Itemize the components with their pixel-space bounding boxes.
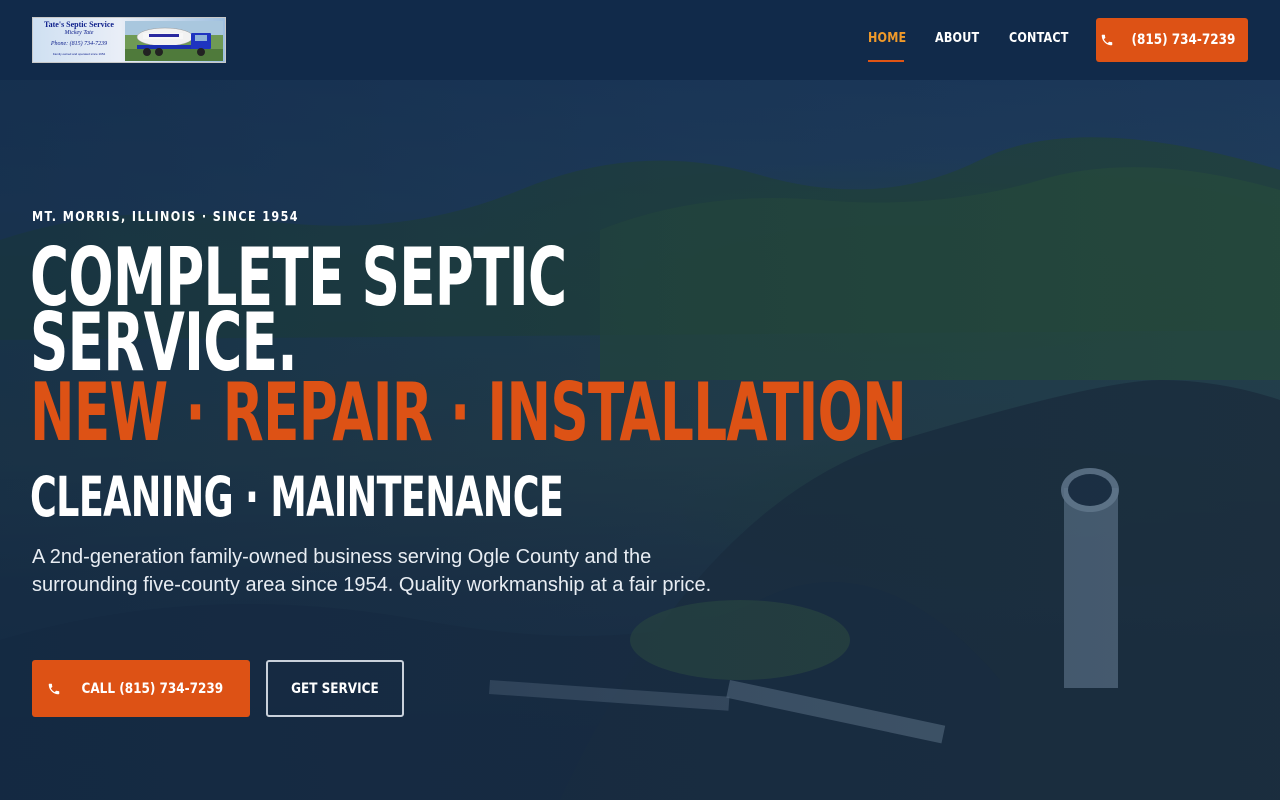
- hero-headline-secondary: CLEANING · MAINTENANCE: [30, 465, 564, 529]
- septic-truck-image: [125, 21, 223, 61]
- logo-phone: Phone: (815) 734-7239: [50, 41, 108, 47]
- get-service-label: GET SERVICE: [291, 680, 379, 697]
- site-header: Tate's Septic Service Mickey Tate Phone:…: [0, 0, 1280, 80]
- logo-tagline: Family owned and operated since 1954: [52, 52, 106, 56]
- logo-owner-name: Mickey Tate: [64, 30, 94, 36]
- nav-active-indicator: [868, 60, 904, 62]
- hero-eyebrow: MT. MORRIS, ILLINOIS · SINCE 1954: [32, 210, 299, 225]
- logo-text-block: Tate's Septic Service Mickey Tate Phone:…: [37, 20, 121, 57]
- hero-description: A 2nd-generation family-owned business s…: [32, 546, 712, 596]
- hero-headline-accent: NEW · REPAIR · INSTALLATION: [30, 366, 907, 459]
- nav-contact-link[interactable]: CONTACT: [1009, 31, 1069, 46]
- call-now-button[interactable]: CALL (815) 734-7239: [32, 660, 250, 717]
- nav-about-link[interactable]: ABOUT: [935, 31, 979, 46]
- call-now-label: CALL (815) 734-7239: [81, 680, 224, 697]
- phone-icon: [48, 683, 60, 694]
- header-phone-button[interactable]: (815) 734-7239: [1096, 18, 1248, 62]
- logo-company-name: Tate's Septic Service: [44, 20, 114, 29]
- company-logo[interactable]: Tate's Septic Service Mickey Tate Phone:…: [32, 17, 226, 63]
- phone-icon: [1101, 34, 1113, 46]
- get-service-button[interactable]: GET SERVICE: [266, 660, 404, 717]
- nav-home-link[interactable]: HOME: [868, 31, 906, 46]
- hero-section: MT. MORRIS, ILLINOIS · SINCE 1954 COMPLE…: [0, 80, 1280, 800]
- header-phone-label: (815) 734-7239: [1131, 32, 1236, 48]
